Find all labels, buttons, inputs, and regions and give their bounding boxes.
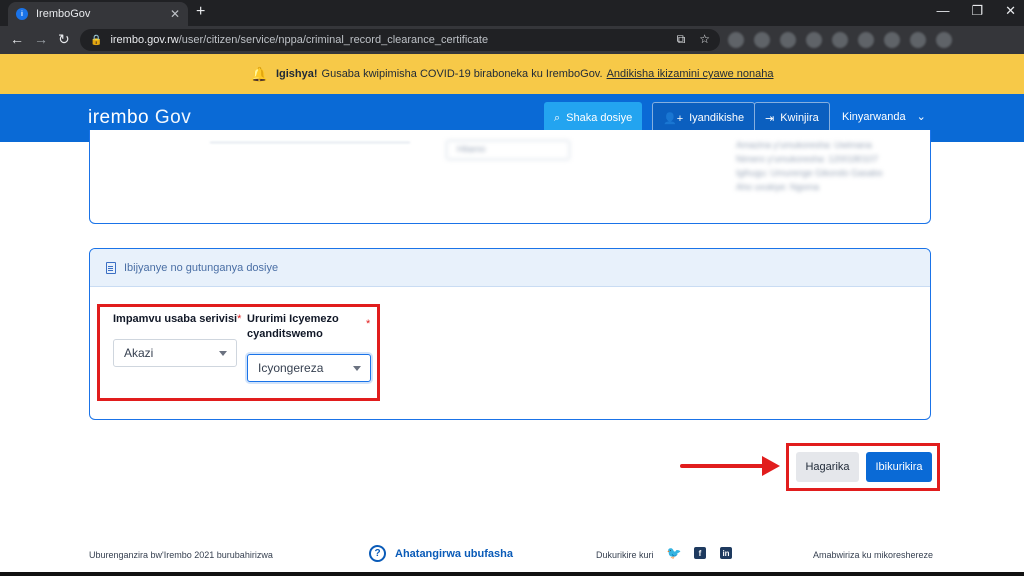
help-center-link[interactable]: ? Ahatangirwa ubufasha: [369, 545, 513, 562]
card-title: Ibijyanye no gutunganya dosiye: [124, 261, 279, 274]
login-icon: ⇥: [765, 112, 775, 125]
lock-icon: 🔒: [90, 34, 103, 46]
banner-link[interactable]: Andikisha ikizamini cyawe nonaha: [607, 68, 774, 80]
caret-down-icon: [353, 366, 361, 371]
reason-select[interactable]: Akazi: [113, 339, 237, 367]
announcement-banner: 🔔 Igishya! Gusaba kwipimisha COVID-19 bi…: [0, 54, 1024, 94]
banner-text: Gusaba kwipimisha COVID-19 biraboneka ku…: [321, 68, 603, 80]
required-marker: *: [366, 318, 371, 330]
taskbar-edge: [0, 572, 1024, 576]
browser-tabbar: i IremboGov ✕ + — ❐ ✕: [0, 0, 1024, 26]
follow-us-label: Dukurikire kuri: [596, 550, 654, 560]
blurred-info-lines: Amazina y'umukoresha: Uwimana Nimero y'u…: [736, 138, 883, 194]
extension-icon[interactable]: [806, 32, 822, 48]
extension-icon[interactable]: [728, 32, 744, 48]
irembo-logo[interactable]: irembo Gov: [88, 107, 191, 129]
extension-icon[interactable]: [884, 32, 900, 48]
cancel-button[interactable]: Hagarika: [796, 452, 859, 482]
caret-down-icon: [219, 351, 227, 356]
bell-icon: 🔔: [250, 65, 268, 82]
extension-icon[interactable]: [910, 32, 926, 48]
annotation-arrow-head: [762, 456, 780, 476]
extension-icon[interactable]: [780, 32, 796, 48]
next-button[interactable]: Ibikurikira: [866, 452, 932, 482]
extension-icon[interactable]: [754, 32, 770, 48]
login-button-label: Kwinjira: [780, 112, 819, 124]
facebook-icon[interactable]: f: [694, 547, 706, 559]
new-tab-icon[interactable]: +: [196, 3, 205, 21]
extension-icon[interactable]: [858, 32, 874, 48]
help-label: Ahatangirwa ubufasha: [395, 547, 513, 560]
close-tab-icon[interactable]: ✕: [170, 7, 180, 21]
window-controls: — ❐ ✕: [936, 3, 1016, 19]
address-bar[interactable]: 🔒 irembo.gov.rw /user/citizen/service/np…: [80, 29, 720, 51]
browser-tab[interactable]: i IremboGov ✕: [8, 2, 188, 26]
bookmark-star-icon[interactable]: ☆: [699, 32, 710, 47]
social-links: 🐦 f in: [667, 546, 732, 560]
site-footer: Uburenganzira bw'Irembo 2021 burubahiriz…: [0, 540, 1024, 570]
language-selector[interactable]: Kinyarwanda ⌄: [842, 110, 926, 123]
reason-field-label: Impamvu usaba serivisi*: [113, 312, 243, 327]
reason-label-text: Impamvu usaba serivisi: [113, 313, 238, 325]
blurred-select[interactable]: Hitamo: [446, 140, 570, 160]
logo-text: irembo: [88, 107, 150, 128]
extensions-area: [720, 30, 1020, 50]
applicant-info-card: Hitamo Amazina y'umukoresha: Uwimana Nim…: [89, 130, 931, 224]
browser-toolbar: ← → ↻ 🔒 irembo.gov.rw /user/citizen/serv…: [0, 26, 1024, 54]
close-window-icon[interactable]: ✕: [1005, 3, 1016, 19]
certificate-language-select[interactable]: Icyongereza: [247, 354, 371, 382]
banner-bold: Igishya!: [275, 68, 318, 80]
url-host: irembo.gov.rw: [110, 34, 179, 46]
info-line: Amazina y'umukoresha: Uwimana: [736, 140, 872, 150]
search-button-label: Shaka dosiye: [566, 112, 633, 124]
divider: [210, 142, 410, 143]
chevron-down-icon: ⌄: [916, 111, 926, 123]
language-field-label: Ururimi Icyemezo cyanditswemo: [247, 312, 357, 342]
annotation-arrow: [680, 464, 766, 468]
extension-icon[interactable]: [832, 32, 848, 48]
register-button-label: Iyandikishe: [689, 112, 745, 124]
copyright-text: Uburenganzira bw'Irembo 2021 burubahiriz…: [89, 550, 273, 560]
restore-icon[interactable]: ❐: [971, 3, 983, 19]
help-icon: ?: [369, 545, 386, 562]
url-path: /user/citizen/service/nppa/criminal_reco…: [178, 34, 489, 46]
info-line: Nimero y'umukoresha: 1200180107: [736, 154, 879, 164]
irembo-favicon-icon: i: [16, 8, 28, 20]
language-label-text: Ururimi Icyemezo cyanditswemo: [247, 313, 339, 340]
back-icon[interactable]: ←: [10, 31, 24, 47]
required-marker: *: [237, 313, 242, 325]
forward-icon[interactable]: →: [34, 31, 48, 47]
reload-icon[interactable]: ↻: [58, 31, 70, 48]
linkedin-icon[interactable]: in: [720, 547, 732, 559]
document-icon: [106, 261, 116, 274]
add-user-icon: 👤+: [663, 112, 684, 125]
share-icon[interactable]: ⧉: [677, 32, 686, 47]
reason-select-value: Akazi: [124, 346, 154, 360]
minimize-icon[interactable]: —: [936, 3, 949, 19]
info-line: Aho uvukiye: Ngoma: [736, 182, 820, 192]
logo-suffix: Gov: [154, 107, 192, 128]
search-icon: ⌕: [554, 111, 561, 124]
twitter-icon[interactable]: 🐦: [667, 546, 682, 560]
card-header: Ibijyanye no gutunganya dosiye: [90, 249, 930, 287]
info-line: Igihugu: Umurenge Gikondo Gasabo: [736, 168, 883, 178]
terms-link[interactable]: Amabwiriza ku mikoreshereze: [813, 550, 933, 560]
language-label: Kinyarwanda: [842, 111, 906, 123]
language-select-value: Icyongereza: [258, 361, 324, 375]
profile-avatar[interactable]: [936, 32, 952, 48]
tab-title: IremboGov: [36, 8, 91, 20]
